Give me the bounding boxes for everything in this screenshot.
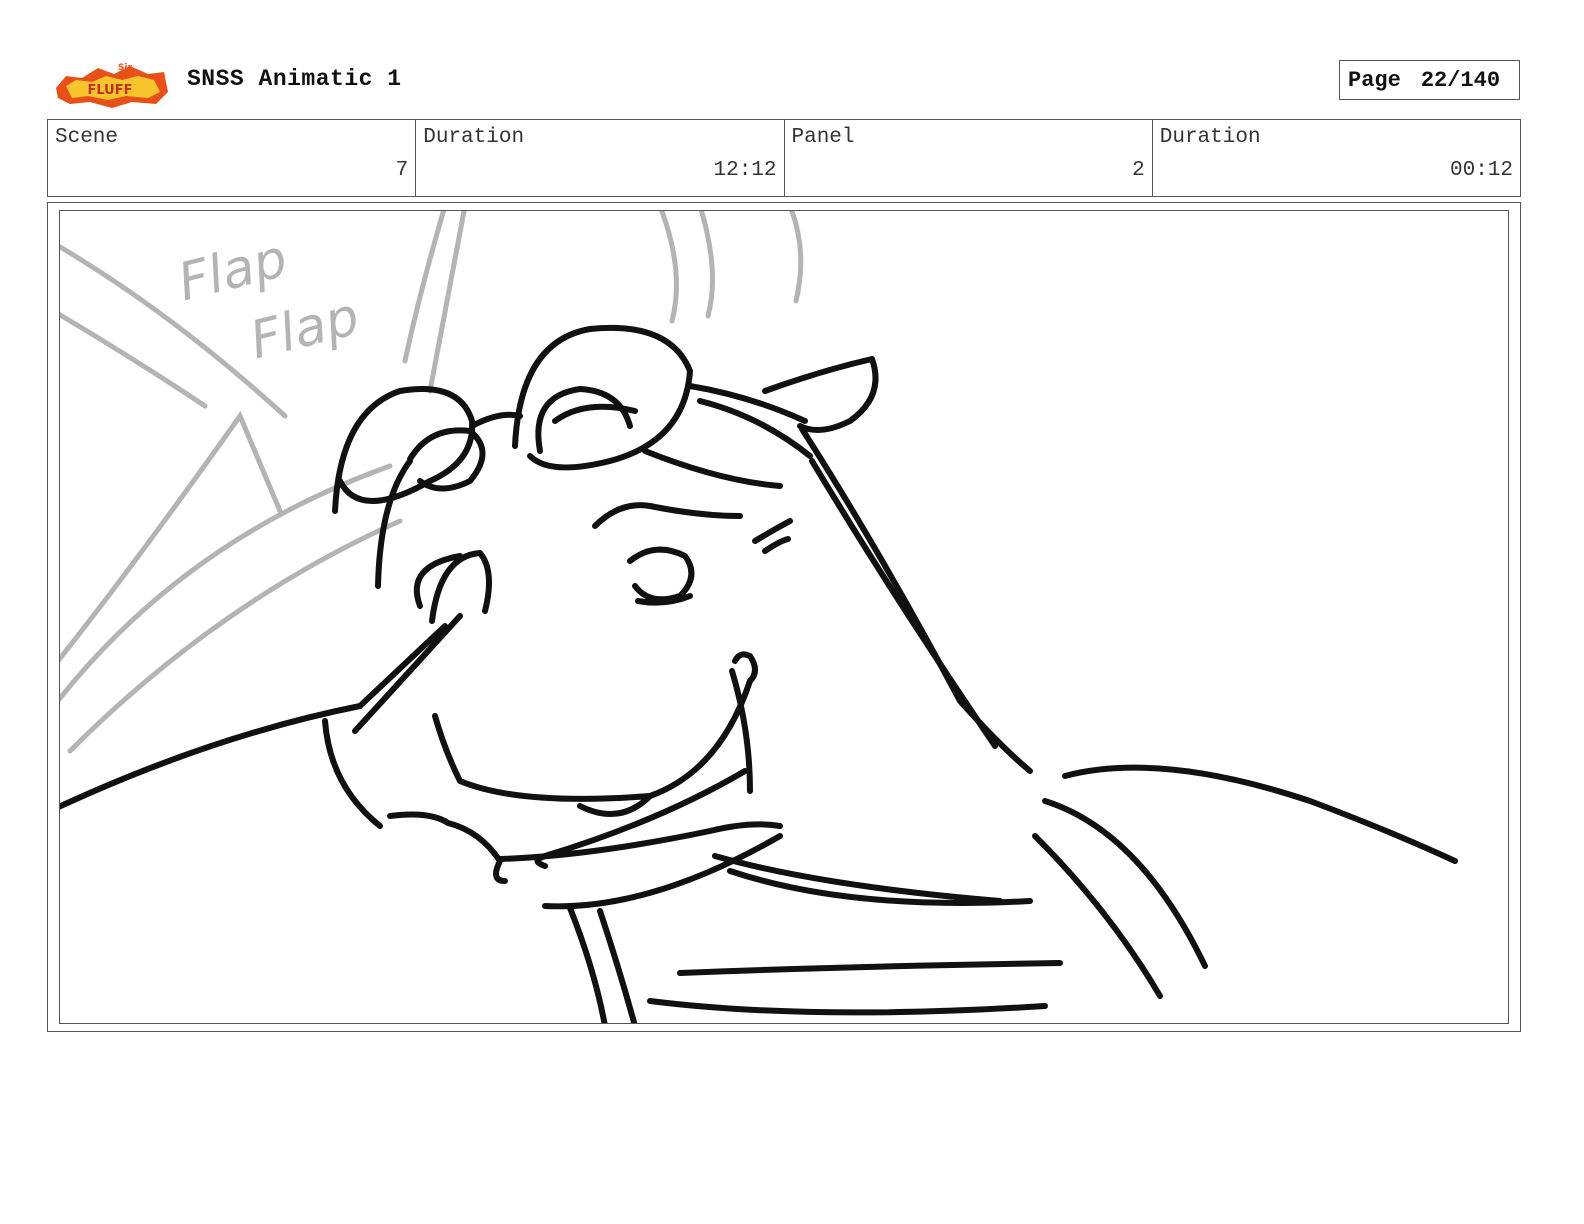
- page-label: Page: [1348, 67, 1401, 93]
- character-sketch: [60, 324, 1458, 1023]
- panel-value: 2: [1132, 159, 1145, 182]
- scene-duration-label: Duration: [423, 126, 525, 149]
- show-logo: FLUFF Sir: [52, 58, 170, 110]
- svg-text:Sir: Sir: [118, 63, 133, 73]
- logo-graphic: FLUFF Sir: [56, 63, 168, 108]
- page-indicator: Page 22/140: [1339, 60, 1520, 100]
- page-number: 22/140: [1420, 67, 1501, 93]
- scene-cell: Scene 7: [48, 120, 417, 196]
- panel-label: Panel: [791, 126, 855, 149]
- scene-duration-cell: Duration 12:12: [416, 120, 785, 196]
- panel-duration-cell: Duration 00:12: [1153, 120, 1520, 196]
- scene-value: 7: [395, 159, 409, 182]
- scene-duration-value: 12:12: [713, 159, 777, 182]
- scene-info-table: Scene 7 Duration 12:12 Panel 2 Duration …: [47, 119, 1521, 197]
- panel-duration-value: 00:12: [1449, 159, 1513, 182]
- scene-label: Scene: [55, 126, 119, 149]
- document-title: SNSS Animatic 1: [187, 66, 402, 92]
- storyboard-panel: Flap Flap: [59, 210, 1509, 1024]
- panel-cell: Panel 2: [785, 120, 1153, 196]
- panel-duration-label: Duration: [1159, 126, 1261, 149]
- svg-text:FLUFF: FLUFF: [87, 83, 132, 98]
